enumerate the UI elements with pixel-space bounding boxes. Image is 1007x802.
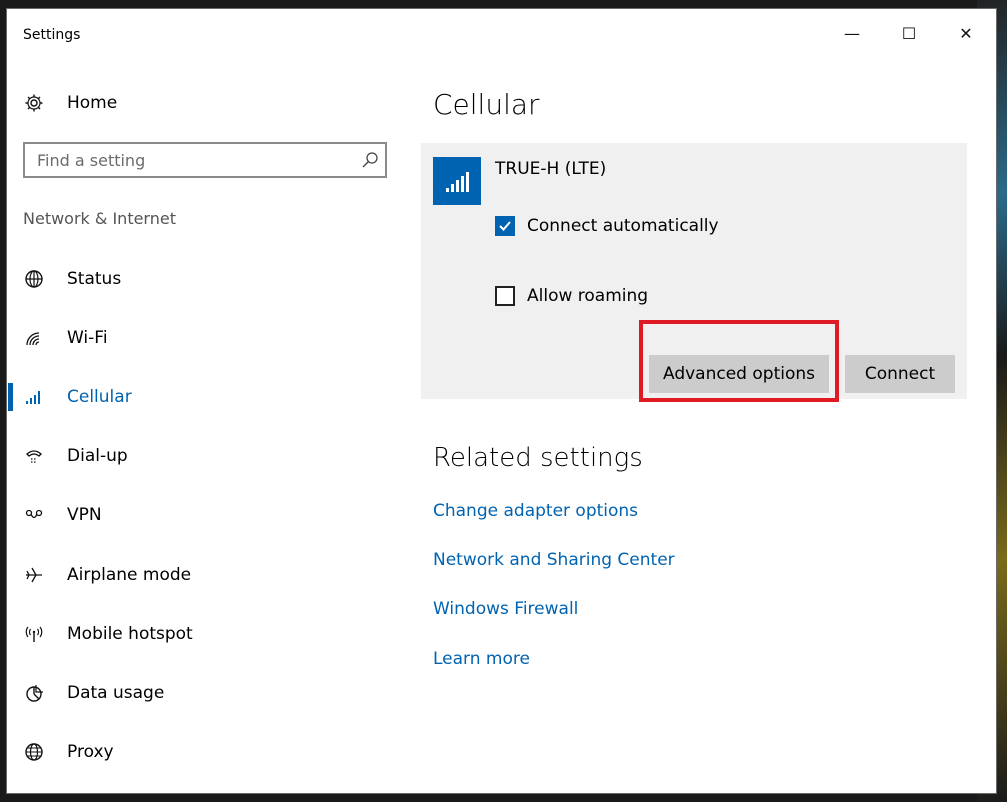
- sidebar-item-dial-up[interactable]: Dial-up: [23, 440, 383, 472]
- cellular-signal-icon: [23, 386, 45, 408]
- airplane-icon: [23, 564, 45, 586]
- sidebar-item-label: Airplane mode: [67, 565, 192, 585]
- sidebar-item-label: Mobile hotspot: [67, 624, 193, 644]
- sidebar-item-vpn[interactable]: VPN: [23, 499, 383, 531]
- sidebar-item-airplane-mode[interactable]: Airplane mode: [23, 559, 383, 591]
- nav-home-label: Home: [67, 93, 118, 113]
- network-name: TRUE-H (LTE): [495, 159, 607, 179]
- network-sharing-center-link[interactable]: Network and Sharing Center: [433, 550, 675, 570]
- sidebar-item-cellular[interactable]: Cellular: [23, 381, 383, 413]
- learn-more-link[interactable]: Learn more: [433, 649, 530, 669]
- globe-icon: [23, 741, 45, 763]
- connect-button[interactable]: Connect: [845, 355, 955, 393]
- title-bar: Settings — ☐ ✕: [7, 9, 996, 55]
- gear-icon: [23, 92, 45, 114]
- search-icon[interactable]: [355, 145, 385, 175]
- advanced-options-button[interactable]: Advanced options: [649, 355, 829, 393]
- connect-automatically-checkbox[interactable]: Connect automatically: [495, 213, 719, 239]
- sidebar-item-label: Status: [67, 269, 122, 289]
- maximize-button[interactable]: ☐: [886, 17, 932, 49]
- connect-automatically-label: Connect automatically: [527, 216, 719, 236]
- vpn-icon: [23, 504, 45, 526]
- sidebar-item-label: Cellular: [67, 387, 132, 407]
- allow-roaming-checkbox[interactable]: Allow roaming: [495, 283, 648, 309]
- sidebar-item-label: Data usage: [67, 683, 165, 703]
- cellular-tile-icon: [433, 157, 481, 205]
- settings-window: Settings — ☐ ✕ Home Network & Internet S…: [6, 8, 997, 794]
- close-button[interactable]: ✕: [943, 17, 989, 49]
- section-label: Network & Internet: [23, 209, 176, 228]
- allow-roaming-label: Allow roaming: [527, 286, 649, 306]
- checkbox-unchecked-icon[interactable]: [495, 286, 515, 306]
- pie-chart-icon: [23, 682, 45, 704]
- wifi-icon: [23, 327, 45, 349]
- sidebar-item-label: Wi-Fi: [67, 328, 108, 348]
- sidebar-item-label: Proxy: [67, 742, 114, 762]
- dial-up-icon: [23, 445, 45, 467]
- minimize-button[interactable]: —: [829, 17, 875, 49]
- cellular-network-panel: TRUE-H (LTE) Connect automatically Allow…: [421, 143, 967, 399]
- sidebar-item-proxy[interactable]: Proxy: [23, 736, 383, 768]
- change-adapter-options-link[interactable]: Change adapter options: [433, 501, 638, 521]
- page-title: Cellular: [433, 88, 540, 121]
- active-indicator: [8, 383, 13, 411]
- sidebar-item-label: VPN: [67, 505, 102, 525]
- windows-firewall-link[interactable]: Windows Firewall: [433, 599, 578, 619]
- sidebar-item-mobile-hotspot[interactable]: Mobile hotspot: [23, 618, 383, 650]
- nav-home[interactable]: Home: [23, 89, 117, 117]
- checkbox-checked-icon[interactable]: [495, 216, 515, 236]
- window-title: Settings: [23, 27, 81, 43]
- search-input[interactable]: [25, 149, 355, 171]
- search-box[interactable]: [23, 142, 387, 178]
- related-settings-title: Related settings: [433, 443, 643, 473]
- sidebar-item-status[interactable]: Status: [23, 263, 383, 295]
- sidebar-item-label: Dial-up: [67, 446, 128, 466]
- sidebar-item-wifi[interactable]: Wi-Fi: [23, 322, 383, 354]
- hotspot-icon: [23, 623, 45, 645]
- sidebar-item-data-usage[interactable]: Data usage: [23, 677, 383, 709]
- globe-status-icon: [23, 268, 45, 290]
